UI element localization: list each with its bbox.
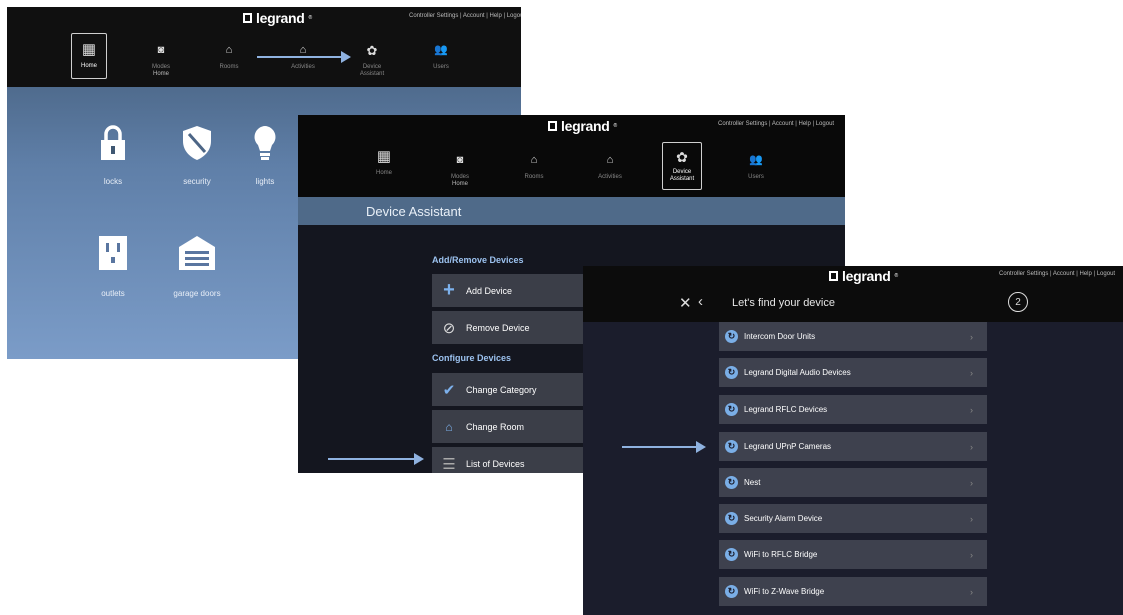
list-item[interactable]: ↻ Legrand RFLC Devices › bbox=[719, 395, 987, 424]
legrand-logo: legrand ® bbox=[548, 118, 617, 134]
chevron-right-icon: › bbox=[970, 367, 973, 378]
find-device-screen: legrand ® Controller Settings | Account |… bbox=[583, 266, 1123, 615]
tile-lights[interactable]: lights bbox=[243, 125, 287, 186]
lightbulb-icon bbox=[254, 126, 276, 160]
nav-modes[interactable]: ◙ Modes Home bbox=[143, 43, 179, 78]
nav-rooms[interactable]: ⌂ Rooms bbox=[516, 153, 552, 181]
list-item[interactable]: ↻ Intercom Door Units › bbox=[719, 322, 987, 351]
list-item[interactable]: ↻ Legrand UPnP Cameras › bbox=[719, 432, 987, 461]
grid-icon: ▦ bbox=[81, 41, 97, 58]
nav-users[interactable]: 👥 Users bbox=[738, 153, 774, 181]
annotation-arrow bbox=[622, 441, 706, 453]
house-icon: ⌂ bbox=[225, 44, 233, 56]
nav-rooms[interactable]: ⌂ Rooms bbox=[211, 43, 247, 71]
house-icon: ⌂ bbox=[445, 419, 453, 434]
annotation-arrow bbox=[257, 51, 351, 63]
top-links[interactable]: Controller Settings | Account | Help | L… bbox=[409, 13, 521, 19]
list-item[interactable]: ↻ WiFi to RFLC Bridge › bbox=[719, 540, 987, 569]
grid-icon: ▦ bbox=[376, 148, 392, 165]
outlet-icon bbox=[99, 236, 127, 270]
change-category-button[interactable]: ✔ Change Category bbox=[432, 373, 592, 406]
page-title: Device Assistant bbox=[366, 204, 462, 219]
step-indicator: 2 bbox=[1008, 292, 1028, 312]
list-item[interactable]: ↻ Nest › bbox=[719, 468, 987, 497]
chevron-right-icon: › bbox=[970, 549, 973, 560]
nav-activities[interactable]: ⌂ Activities bbox=[590, 153, 630, 181]
top-header-bar: legrand ® Controller Settings | Account |… bbox=[583, 266, 1123, 322]
users-icon: 👥 bbox=[434, 44, 448, 56]
nav-device-assistant[interactable]: ✿ Device Assistant bbox=[352, 43, 392, 78]
list-item[interactable]: ↻ Security Alarm Device › bbox=[719, 504, 987, 533]
annotation-arrow bbox=[328, 453, 424, 465]
nav-modes[interactable]: ◙ Modes Home bbox=[442, 153, 478, 188]
nav-home[interactable]: ▦ Home bbox=[71, 33, 107, 79]
shield-icon bbox=[183, 126, 211, 160]
top-nav-bar: legrand ® Controller Settings | Account |… bbox=[298, 115, 845, 197]
refresh-icon: ↻ bbox=[725, 330, 738, 343]
remove-device-button[interactable]: ⊘ Remove Device bbox=[432, 311, 592, 344]
house-icon: ⌂ bbox=[530, 154, 538, 166]
page-title: Let's find your device bbox=[732, 297, 835, 309]
chevron-right-icon: › bbox=[970, 477, 973, 488]
list-item[interactable]: ↻ WiFi to Z-Wave Bridge › bbox=[719, 577, 987, 606]
remove-icon: ⊘ bbox=[442, 319, 456, 337]
chevron-right-icon: › bbox=[970, 404, 973, 415]
chevron-left-icon[interactable]: ‹ bbox=[698, 293, 703, 310]
plus-icon: + bbox=[443, 279, 455, 301]
top-links[interactable]: Controller Settings | Account | Help | L… bbox=[999, 271, 1115, 277]
section-configure: Configure Devices bbox=[432, 353, 512, 363]
modes-icon: ◙ bbox=[456, 154, 464, 166]
users-icon: 👥 bbox=[749, 154, 763, 166]
add-device-button[interactable]: + Add Device bbox=[432, 274, 592, 307]
refresh-icon: ↻ bbox=[725, 585, 738, 598]
tile-locks[interactable]: locks bbox=[83, 125, 143, 186]
nav-device-assistant[interactable]: ✿ Device Assistant bbox=[662, 142, 702, 190]
refresh-icon: ↻ bbox=[725, 366, 738, 379]
chevron-right-icon: › bbox=[970, 441, 973, 452]
refresh-icon: ↻ bbox=[725, 512, 738, 525]
lock-icon bbox=[101, 125, 125, 160]
change-room-button[interactable]: ⌂ Change Room bbox=[432, 410, 592, 443]
refresh-icon: ↻ bbox=[725, 476, 738, 489]
list-icon: ☰ bbox=[442, 455, 456, 473]
nav-users[interactable]: 👥 Users bbox=[423, 43, 459, 71]
page-title-bar: Device Assistant bbox=[298, 197, 845, 225]
section-add-remove: Add/Remove Devices bbox=[432, 255, 524, 265]
checkmark-icon: ✔ bbox=[442, 381, 456, 399]
modes-icon: ◙ bbox=[157, 44, 165, 56]
activities-icon: ⌂ bbox=[606, 154, 614, 166]
tile-security[interactable]: security bbox=[167, 125, 227, 186]
list-of-devices-button[interactable]: ☰ List of Devices bbox=[432, 447, 592, 473]
close-icon[interactable]: ✕ bbox=[679, 294, 692, 312]
chevron-right-icon: › bbox=[970, 586, 973, 597]
chevron-right-icon: › bbox=[970, 513, 973, 524]
chevron-right-icon: › bbox=[970, 331, 973, 342]
refresh-icon: ↻ bbox=[725, 440, 738, 453]
nav-home[interactable]: ▦ Home bbox=[366, 149, 402, 177]
list-item[interactable]: ↻ Legrand Digital Audio Devices › bbox=[719, 358, 987, 387]
garage-icon bbox=[179, 236, 215, 270]
legrand-logo: legrand ® bbox=[243, 10, 312, 26]
tile-outlets[interactable]: outlets bbox=[83, 235, 143, 298]
top-nav-bar: legrand ® Controller Settings | Account |… bbox=[7, 7, 521, 87]
gear-icon: ✿ bbox=[676, 149, 688, 165]
refresh-icon: ↻ bbox=[725, 548, 738, 561]
legrand-logo: legrand ® bbox=[829, 268, 898, 284]
top-links[interactable]: Controller Settings | Account | Help | L… bbox=[718, 121, 834, 127]
gear-icon: ✿ bbox=[366, 43, 378, 58]
refresh-icon: ↻ bbox=[725, 403, 738, 416]
tile-garage-doors[interactable]: garage doors bbox=[159, 235, 235, 298]
